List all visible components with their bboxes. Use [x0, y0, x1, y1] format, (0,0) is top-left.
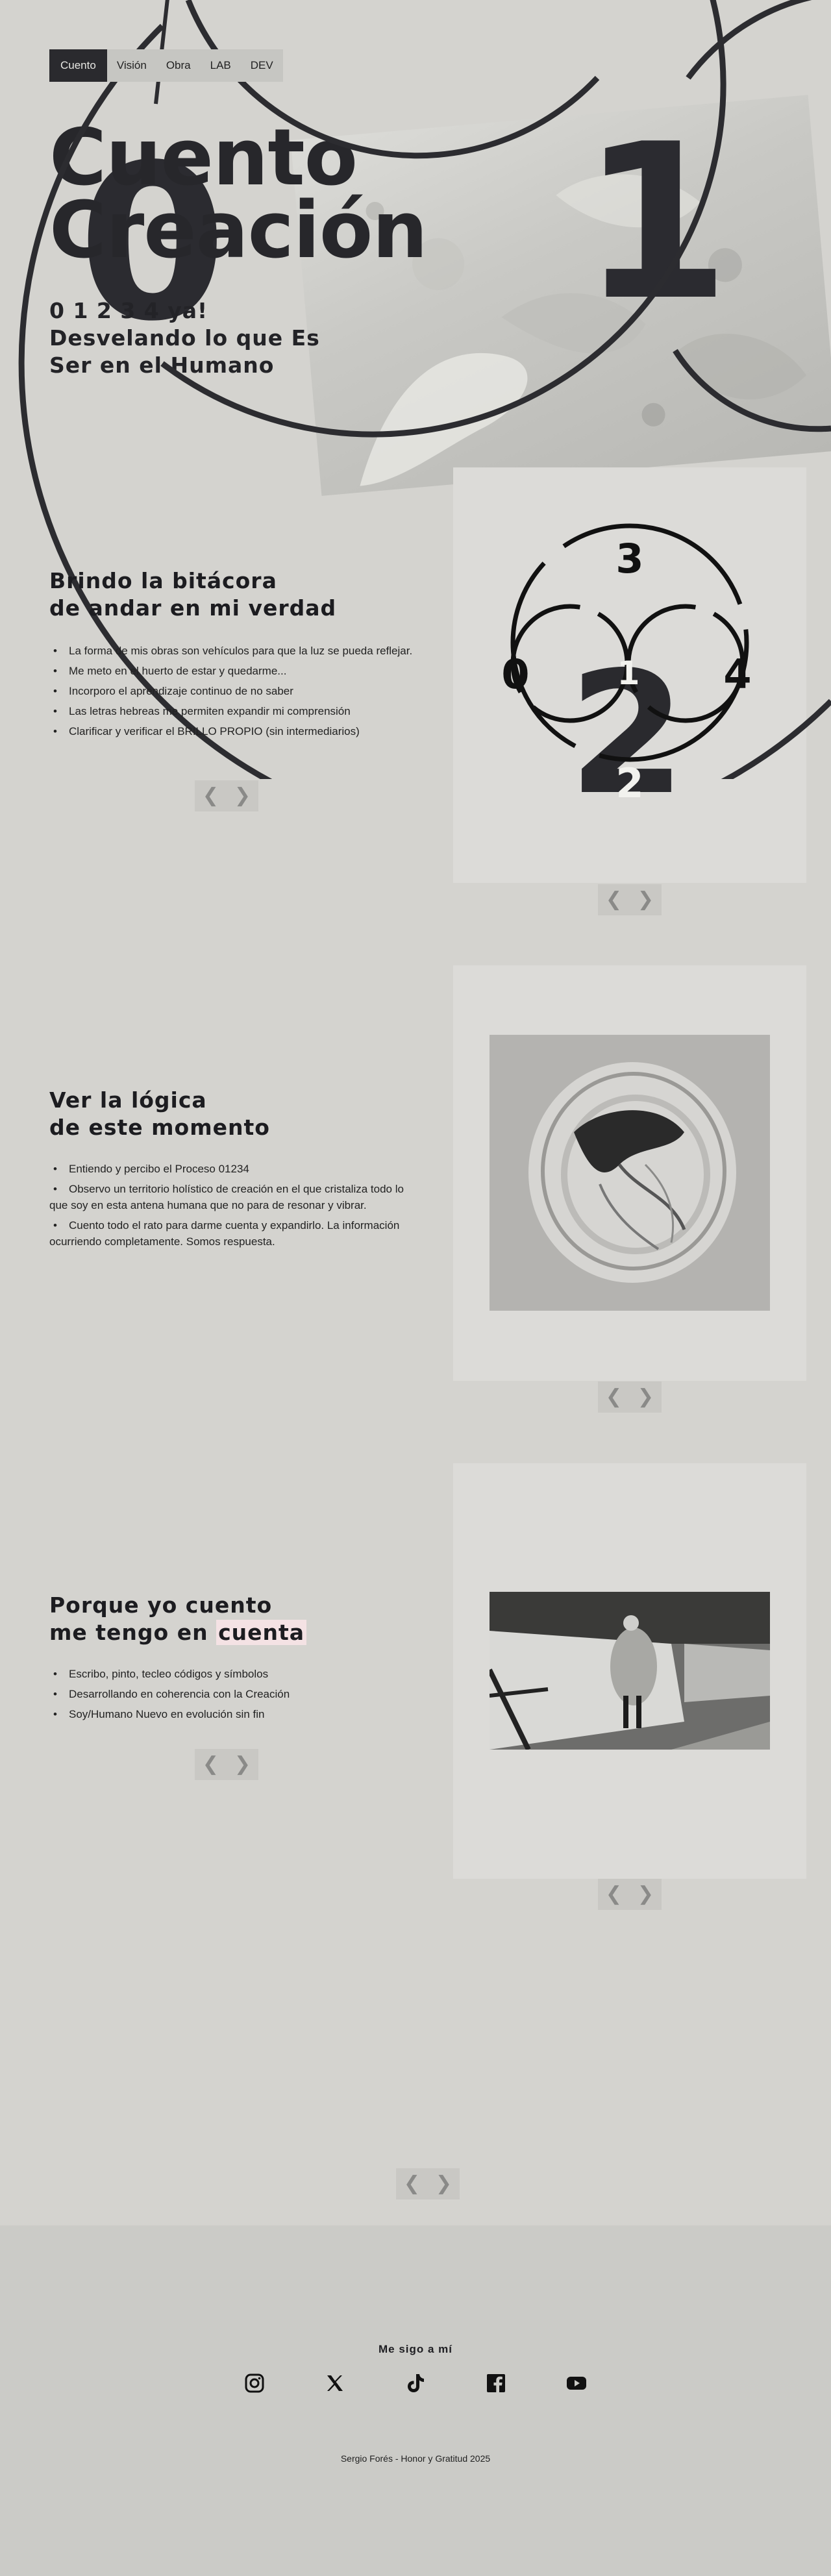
footer: Me sigo a mí Sergio Forés - Honor y Grat… — [0, 2225, 831, 2576]
nav-vision[interactable]: Visión — [107, 49, 156, 82]
diagram-01234: 2 3 0 1 4 2 — [501, 523, 752, 832]
nav-lab[interactable]: LAB — [201, 49, 241, 82]
list-item: Escribo, pinto, tecleo códigos y símbolo… — [49, 1666, 413, 1682]
list-item: Me meto en el huerto de estar y quedarme… — [49, 663, 413, 679]
x-icon[interactable] — [324, 2372, 346, 2394]
section3-list: Escribo, pinto, tecleo códigos y símbolo… — [49, 1666, 413, 1726]
list-item: Soy/Humano Nuevo en evolución sin fin — [49, 1706, 413, 1722]
tiktok-icon[interactable] — [404, 2372, 427, 2394]
section3-title-highlight: cuenta — [216, 1620, 307, 1645]
youtube-icon[interactable] — [565, 2372, 588, 2394]
section3-text-slider-controls: ❮ ❯ — [195, 1749, 258, 1780]
section2-card-slider-controls: ❮ ❯ — [598, 1381, 662, 1413]
facebook-icon[interactable] — [485, 2372, 507, 2394]
section1-list: La forma de mis obras son vehículos para… — [49, 643, 413, 743]
section2-title-line2: de este momento — [49, 1115, 270, 1140]
hero-subtitle-line1: 0 1 2 3 4 ya! — [49, 298, 208, 323]
diagram-digit-right: 4 — [723, 650, 751, 698]
next-arrow-icon[interactable]: ❯ — [638, 890, 654, 910]
hero-title: Cuento Creación — [49, 119, 428, 270]
list-item: La forma de mis obras son vehículos para… — [49, 643, 413, 659]
hero-subtitle: 0 1 2 3 4 ya! Desvelando lo que Es Ser e… — [49, 297, 320, 379]
section1-card: 2 3 0 1 4 2 — [453, 467, 806, 883]
next-arrow-icon[interactable]: ❯ — [638, 1885, 654, 1904]
list-item: Clarificar y verificar el BRILLO PROPIO … — [49, 723, 413, 739]
next-arrow-icon[interactable]: ❯ — [234, 786, 251, 806]
hero-subtitle-line2: Desvelando lo que Es — [49, 325, 320, 351]
nav-cuento[interactable]: Cuento — [49, 49, 107, 82]
next-arrow-icon[interactable]: ❯ — [436, 2174, 452, 2194]
main-nav: Cuento Visión Obra LAB DEV — [49, 49, 283, 82]
prev-arrow-icon[interactable]: ❮ — [203, 786, 219, 806]
section3-title-line1: Porque yo cuento — [49, 1592, 273, 1618]
section2-list: Entiendo y percibo el Proceso 01234 Obse… — [49, 1161, 413, 1254]
section3-title-line2: me tengo en — [49, 1620, 217, 1645]
social-links — [0, 2372, 831, 2394]
artwork-swirl-image — [490, 1035, 770, 1311]
section2-title-line1: Ver la lógica — [49, 1087, 207, 1113]
instagram-icon[interactable] — [243, 2372, 266, 2394]
prev-arrow-icon[interactable]: ❮ — [606, 1885, 622, 1904]
next-arrow-icon[interactable]: ❯ — [638, 1387, 654, 1407]
list-item: Observo un territorio holístico de creac… — [49, 1181, 413, 1213]
section3-card-slider-controls: ❮ ❯ — [598, 1879, 662, 1910]
prev-arrow-icon[interactable]: ❮ — [404, 2174, 420, 2194]
list-item: Cuento todo el rato para darme cuenta y … — [49, 1217, 413, 1250]
list-item: Desarrollando en coherencia con la Creac… — [49, 1686, 413, 1702]
follow-label: Me sigo a mí — [378, 2343, 453, 2355]
section3-title: Porque yo cuento me tengo en cuenta — [49, 1592, 307, 1646]
hero-subtitle-line3: Ser en el Humano — [49, 353, 275, 378]
list-item: Entiendo y percibo el Proceso 01234 — [49, 1161, 413, 1177]
prev-arrow-icon[interactable]: ❮ — [606, 1387, 622, 1407]
nav-obra[interactable]: Obra — [156, 49, 201, 82]
hero-title-line2: Creación — [49, 186, 428, 276]
diagram-digit-left: 0 — [501, 650, 529, 698]
section1-card-slider-controls: ❮ ❯ — [598, 884, 662, 915]
section1-text-slider-controls: ❮ ❯ — [195, 780, 258, 811]
diagram-digit-top: 3 — [615, 535, 643, 582]
section1-title: Brindo la bitácora de andar en mi verdad — [49, 567, 336, 622]
section2-title: Ver la lógica de este momento — [49, 1087, 270, 1141]
list-item: Las letras hebreas me permiten expandir … — [49, 703, 413, 719]
prev-arrow-icon[interactable]: ❮ — [606, 890, 622, 910]
prev-arrow-icon[interactable]: ❮ — [203, 1755, 219, 1774]
section1-title-line1: Brindo la bitácora — [49, 568, 277, 593]
section1-title-line2: de andar en mi verdad — [49, 595, 337, 621]
nav-dev[interactable]: DEV — [241, 49, 283, 82]
list-item: Incorporo el aprendizaje continuo de no … — [49, 683, 413, 699]
diagram-digit-center: 1 — [617, 654, 640, 692]
copyright-text: Sergio Forés - Honor y Gratitud 2025 — [340, 2453, 491, 2464]
page-slider-controls: ❮ ❯ — [396, 2168, 460, 2199]
hero-digit-one: 1 — [581, 98, 730, 347]
next-arrow-icon[interactable]: ❯ — [234, 1755, 251, 1774]
diagram-digit-bottom: 2 — [615, 760, 643, 807]
artwork-photo-image — [490, 1592, 770, 1750]
